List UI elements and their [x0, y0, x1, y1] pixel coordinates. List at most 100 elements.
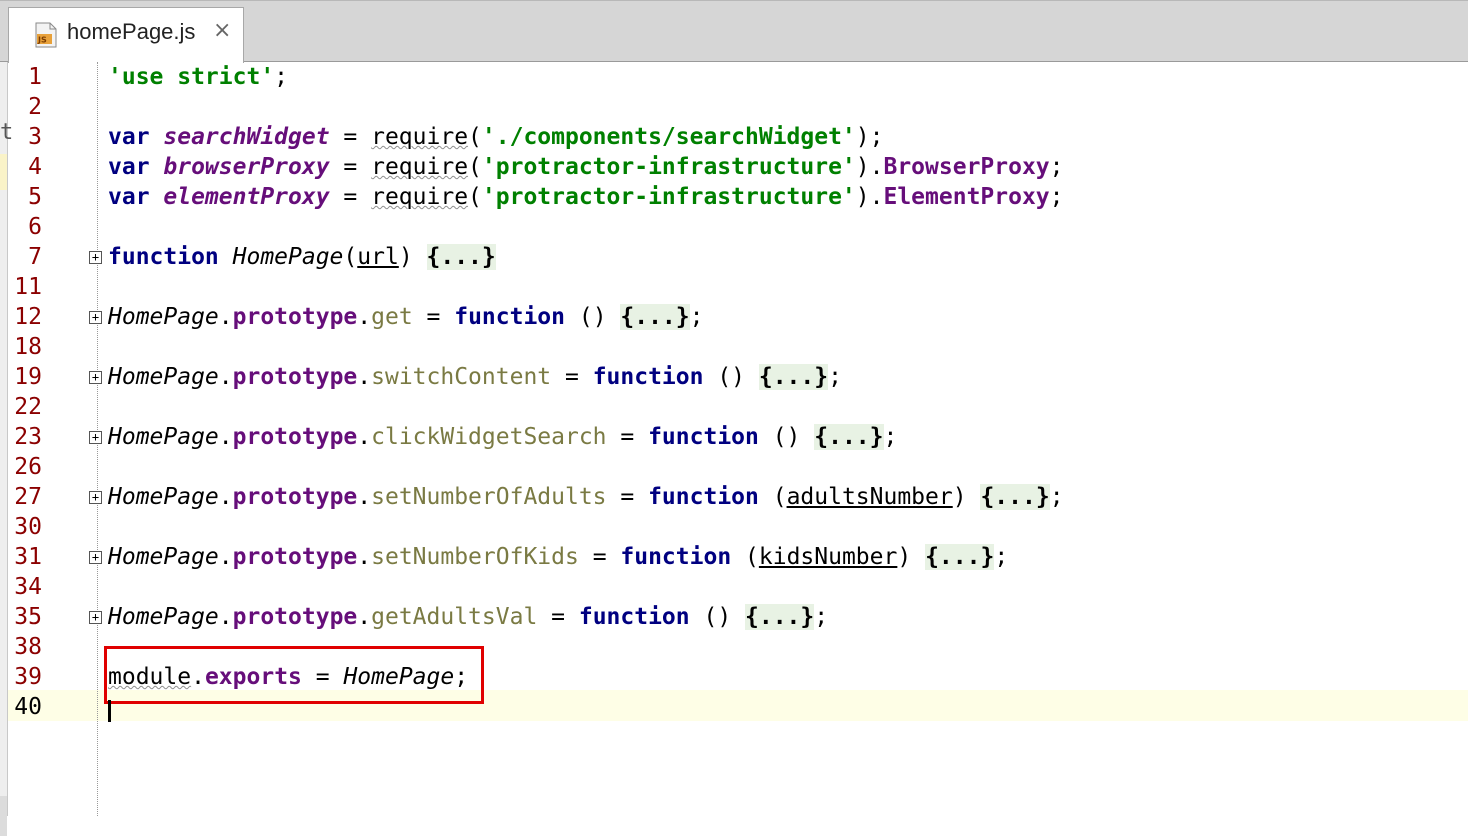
fold-expand-icon[interactable]: + — [89, 491, 102, 504]
line-number: 2 — [28, 94, 42, 120]
code-token: setNumberOfAdults — [371, 484, 607, 510]
line-number: 18 — [14, 334, 42, 360]
code-token: ). — [855, 184, 884, 210]
code-token: = — [412, 304, 455, 330]
code-token: prototype — [232, 604, 358, 630]
code-token: . — [357, 484, 372, 510]
code-token: module — [108, 664, 192, 690]
code-token: HomePage — [108, 364, 219, 390]
line-number: 30 — [14, 514, 42, 540]
code-token: = — [578, 544, 621, 570]
code-line[interactable]: var elementProxy = require('protractor-i… — [108, 182, 1064, 212]
code-token: . — [357, 304, 372, 330]
code-token: () — [565, 304, 621, 330]
code-token: kidsNumber — [758, 544, 898, 570]
code-token: HomePage — [108, 544, 219, 570]
code-token: . — [218, 364, 233, 390]
code-token: = — [537, 604, 579, 630]
code-line[interactable]: var browserProxy = require('protractor-i… — [108, 152, 1064, 182]
code-token: ) — [398, 244, 427, 270]
code-token: . — [357, 604, 372, 630]
code-line[interactable]: HomePage.prototype.get = function () {..… — [108, 302, 704, 332]
code-token: ( — [731, 544, 759, 570]
code-line[interactable]: HomePage.prototype.setNumberOfKids = fun… — [108, 542, 1008, 572]
code-token: setNumberOfKids — [371, 544, 579, 570]
code-line[interactable]: HomePage.prototype.clickWidgetSearch = f… — [108, 422, 897, 452]
code-token: var — [108, 184, 164, 210]
line-number: 12 — [14, 304, 42, 330]
code-token: ) — [897, 544, 926, 570]
code-token: switchContent — [371, 364, 552, 390]
code-token: 'protractor-infrastructure' — [481, 184, 856, 210]
code-token: exports — [204, 664, 302, 690]
code-token: = — [301, 664, 344, 690]
line-number: 22 — [14, 394, 42, 420]
code-line[interactable]: HomePage.prototype.switchContent = funct… — [108, 362, 842, 392]
code-token: = — [606, 424, 649, 450]
code-token: browserProxy — [163, 154, 330, 180]
code-token: ; — [689, 304, 704, 330]
line-number: 4 — [28, 154, 42, 180]
code-token: . — [357, 424, 372, 450]
line-number: 6 — [28, 214, 42, 240]
code-token: ( — [758, 484, 787, 510]
code-token: . — [218, 544, 233, 570]
strip-marker — [0, 796, 7, 836]
strip-marker — [0, 154, 7, 190]
line-number: 27 — [14, 484, 42, 510]
code-token: var — [108, 124, 164, 150]
text-caret — [108, 700, 111, 722]
folded-code-placeholder[interactable]: {...} — [426, 244, 496, 270]
code-token: ElementProxy — [883, 184, 1050, 210]
fold-expand-icon[interactable]: + — [89, 551, 102, 564]
code-token: require — [371, 184, 469, 210]
tab-homepage-js[interactable]: JS homePage.js × — [8, 7, 244, 63]
code-token: ; — [994, 544, 1009, 570]
fold-expand-icon[interactable]: + — [89, 371, 102, 384]
code-token: prototype — [232, 484, 358, 510]
code-token: var — [108, 154, 164, 180]
code-token: = — [329, 154, 372, 180]
code-token: function — [108, 244, 233, 270]
line-number: 3 — [28, 124, 42, 150]
code-token: ; — [1049, 484, 1064, 510]
folded-code-placeholder[interactable]: {...} — [620, 304, 690, 330]
fold-expand-icon[interactable]: + — [89, 611, 102, 624]
folded-code-placeholder[interactable]: {...} — [925, 544, 995, 570]
fold-expand-icon[interactable]: + — [89, 431, 102, 444]
svg-text:JS: JS — [37, 36, 47, 45]
folded-code-placeholder[interactable]: {...} — [745, 604, 815, 630]
folded-code-placeholder[interactable]: {...} — [758, 364, 829, 390]
code-token: ; — [1049, 154, 1064, 180]
code-line[interactable]: HomePage.prototype.setNumberOfAdults = f… — [108, 482, 1064, 512]
code-token: = — [551, 364, 593, 390]
code-line[interactable]: function HomePage(url) {...} — [108, 242, 496, 272]
code-token: = — [606, 484, 649, 510]
code-token: 'use strict' — [108, 64, 275, 90]
code-token: HomePage — [232, 244, 344, 270]
code-token: = — [329, 184, 372, 210]
code-token: function — [592, 364, 704, 390]
fold-expand-icon[interactable]: + — [89, 311, 102, 324]
code-token: adultsNumber — [786, 484, 953, 510]
code-token: BrowserProxy — [883, 154, 1050, 180]
code-line[interactable]: module.exports = HomePage; — [108, 662, 468, 692]
code-token: . — [357, 544, 372, 570]
line-number: 5 — [28, 184, 42, 210]
line-number: 26 — [14, 454, 42, 480]
code-token: ; — [274, 64, 289, 90]
folded-code-placeholder[interactable]: {...} — [814, 424, 884, 450]
folded-code-placeholder[interactable]: {...} — [980, 484, 1050, 510]
code-line[interactable]: var searchWidget = require('./components… — [108, 122, 883, 152]
code-line[interactable]: HomePage.prototype.getAdultsVal = functi… — [108, 602, 828, 632]
close-tab-icon[interactable]: × — [213, 18, 231, 43]
fold-expand-icon[interactable]: + — [89, 251, 102, 264]
code-token: ( — [343, 244, 358, 270]
code-token: ; — [814, 604, 829, 630]
code-line[interactable]: 'use strict'; — [108, 62, 288, 92]
current-line-highlight — [8, 690, 1468, 721]
code-token: function — [578, 604, 690, 630]
code-token: HomePage — [108, 484, 219, 510]
code-token: () — [689, 604, 746, 630]
code-token: prototype — [232, 364, 358, 390]
